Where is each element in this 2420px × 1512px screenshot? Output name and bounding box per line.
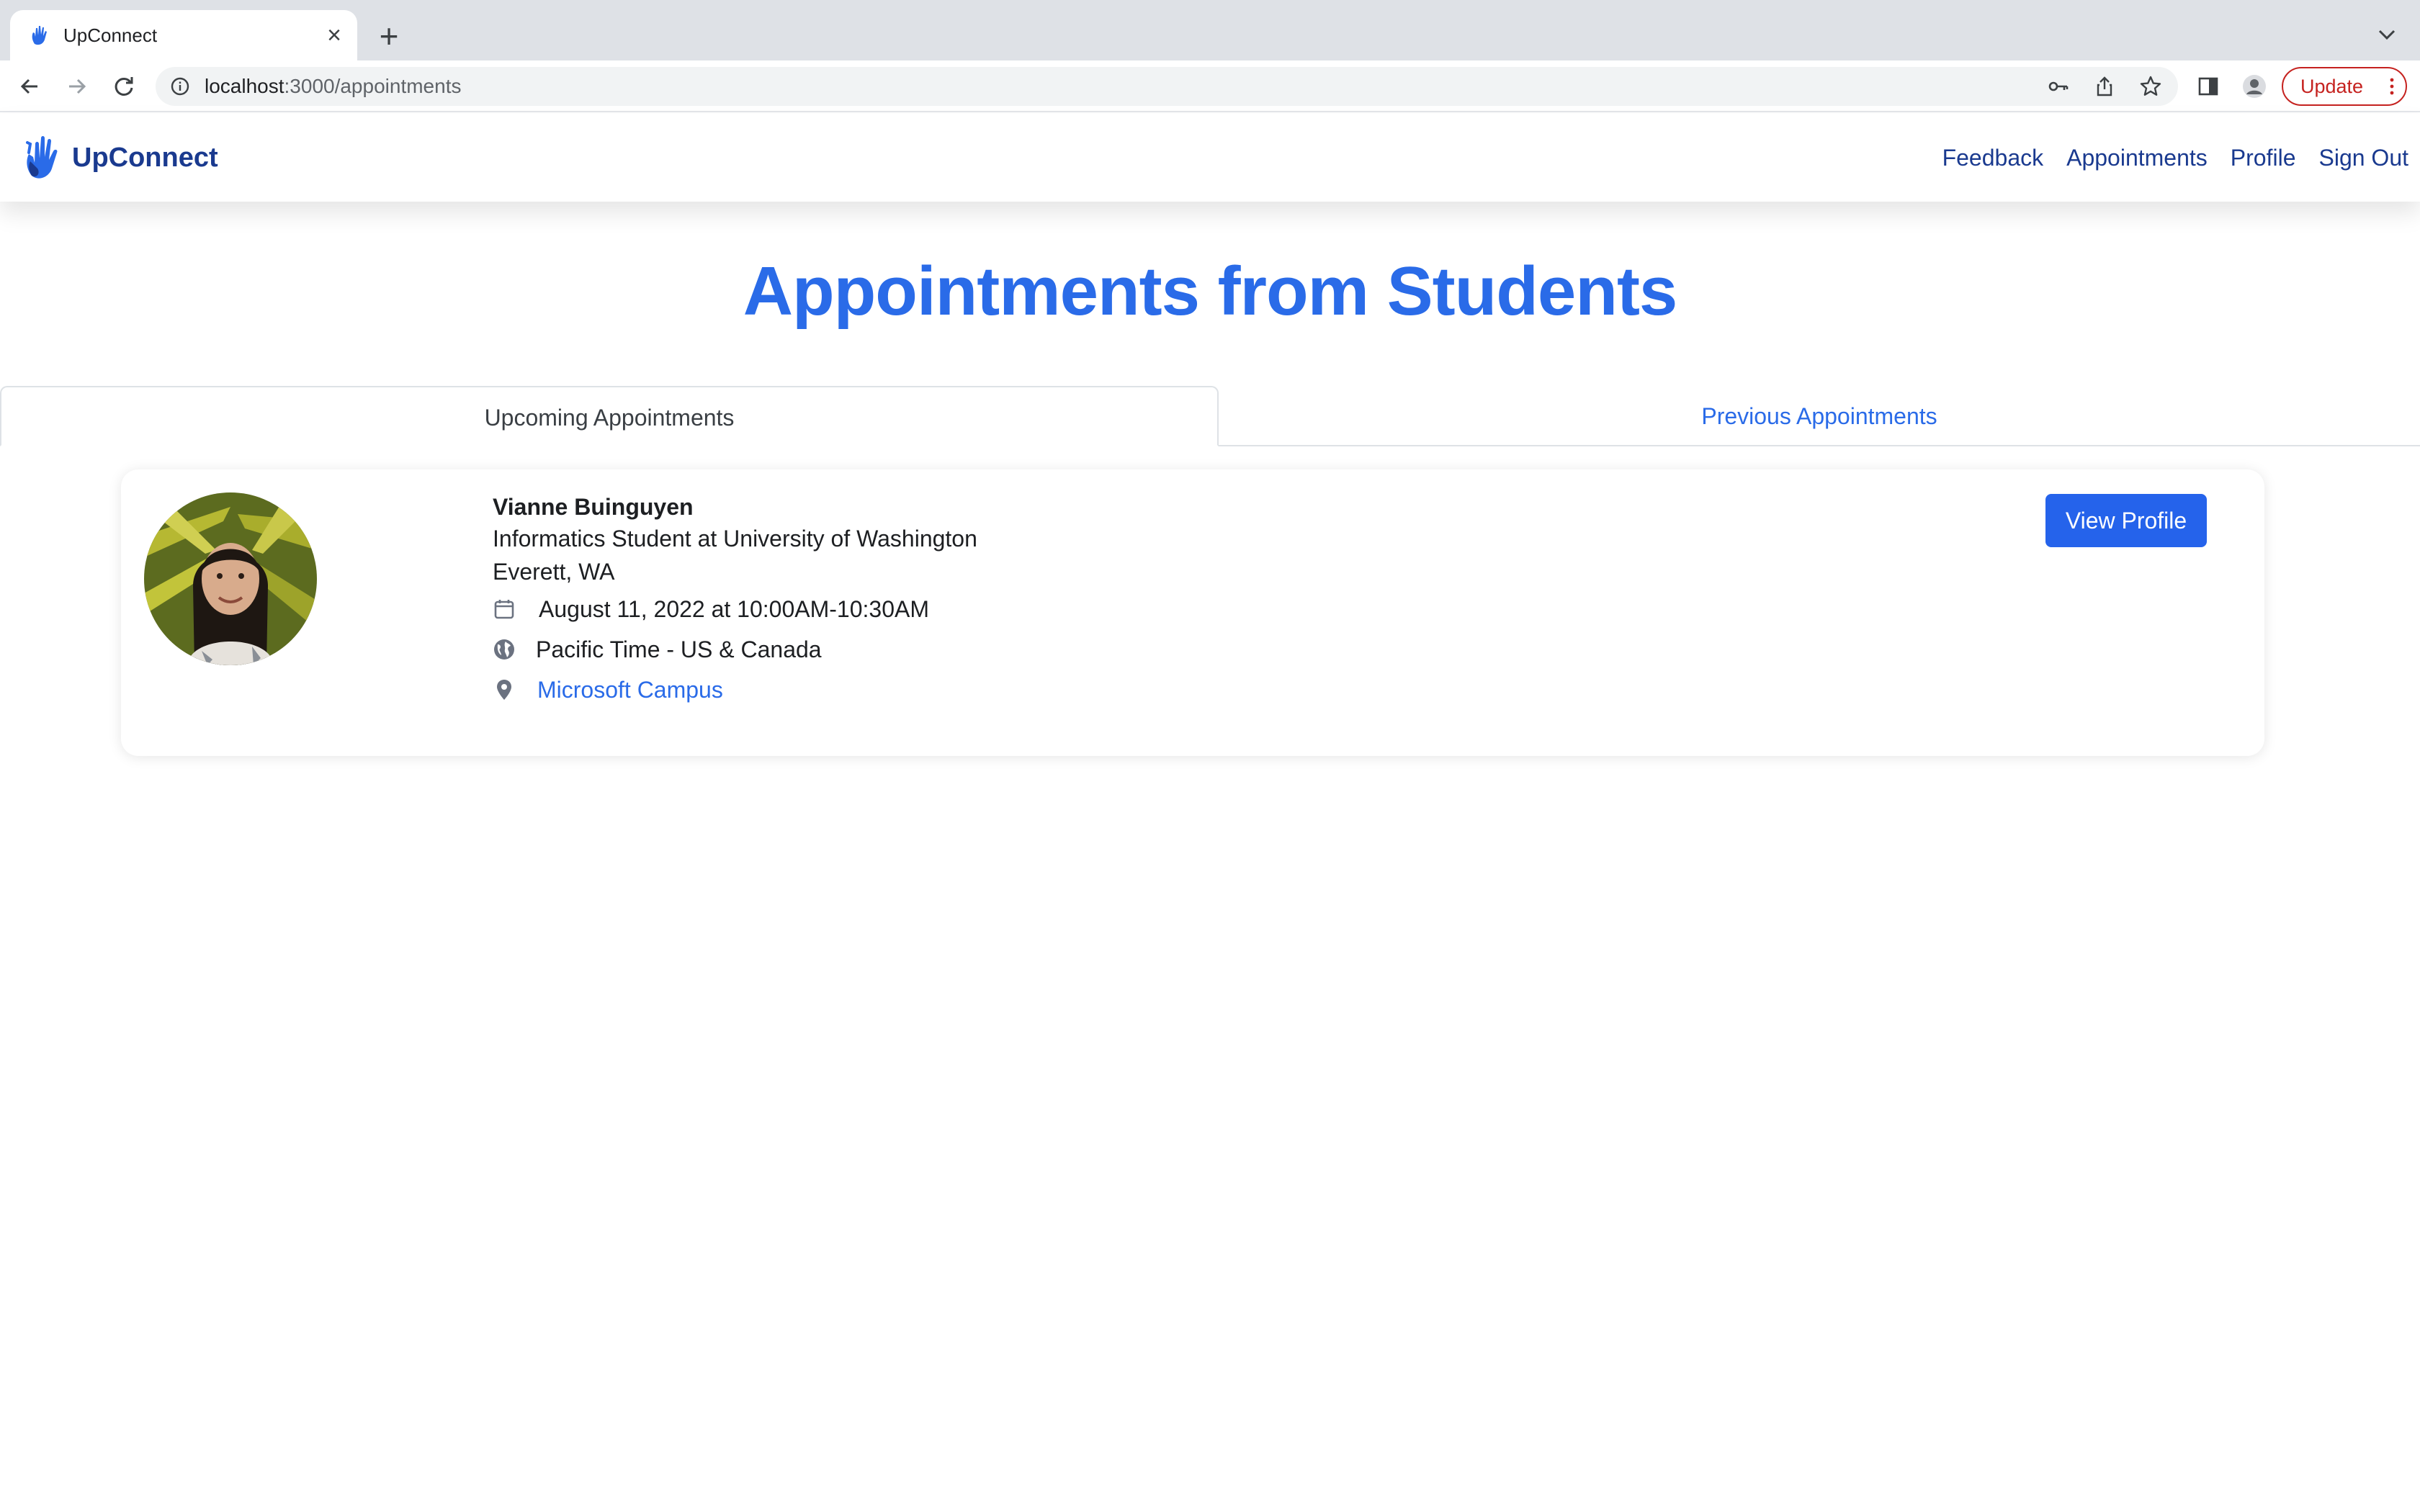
student-name: Vianne Buinguyen bbox=[493, 494, 694, 520]
nav-feedback-link[interactable]: Feedback bbox=[1942, 145, 2044, 171]
tab-previous-appointments[interactable]: Previous Appointments bbox=[1219, 386, 2420, 446]
browser-tab[interactable]: UpConnect × bbox=[10, 10, 357, 60]
brand-name: UpConnect bbox=[72, 142, 218, 173]
forward-arrow-icon[interactable] bbox=[60, 71, 92, 102]
profile-avatar-icon[interactable] bbox=[2241, 73, 2267, 99]
appointment-venue-row: Microsoft Campus bbox=[493, 670, 977, 710]
address-bar[interactable]: localhost:3000/appointments bbox=[156, 67, 2178, 106]
reload-icon[interactable] bbox=[108, 71, 140, 102]
key-icon[interactable] bbox=[2047, 75, 2070, 98]
browser-tabstrip: UpConnect × + bbox=[0, 0, 2420, 60]
update-label: Update bbox=[2300, 76, 2364, 97]
update-button[interactable]: Update bbox=[2282, 67, 2407, 106]
share-icon[interactable] bbox=[2093, 75, 2116, 98]
close-icon[interactable]: × bbox=[321, 22, 347, 48]
avatar-photo bbox=[144, 492, 317, 665]
info-icon[interactable] bbox=[170, 76, 190, 96]
appointment-datetime: August 11, 2022 at 10:00AM-10:30AM bbox=[539, 595, 929, 622]
map-pin-icon bbox=[497, 680, 511, 700]
nav-appointments-link[interactable]: Appointments bbox=[2066, 145, 2208, 171]
appointment-datetime-row: August 11, 2022 at 10:00AM-10:30AM bbox=[493, 589, 977, 629]
tab-upcoming-appointments[interactable]: Upcoming Appointments bbox=[0, 386, 1219, 446]
main-nav: Feedback Appointments Profile Sign Out bbox=[1919, 114, 2408, 202]
nav-profile-link[interactable]: Profile bbox=[2231, 145, 2296, 171]
app-navbar: UpConnect Feedback Appointments Profile … bbox=[0, 114, 2420, 202]
nav-sign-out-link[interactable]: Sign Out bbox=[2318, 145, 2408, 171]
new-tab-icon[interactable]: + bbox=[372, 19, 406, 53]
chevron-down-icon[interactable] bbox=[2372, 20, 2401, 49]
globe-icon bbox=[494, 639, 514, 660]
calendar-icon bbox=[494, 600, 514, 619]
student-headline: Informatics Student at University of Was… bbox=[493, 526, 977, 552]
appointment-venue-link[interactable]: Microsoft Campus bbox=[537, 677, 723, 703]
appointment-details: Vianne Buinguyen Informatics Student at … bbox=[493, 491, 977, 710]
upconnect-hand-icon bbox=[26, 136, 58, 179]
bookmark-star-icon[interactable] bbox=[2139, 75, 2162, 98]
back-arrow-icon[interactable] bbox=[14, 71, 46, 102]
page-title: Appointments from Students bbox=[743, 253, 1678, 330]
view-profile-button[interactable]: View Profile bbox=[2045, 494, 2207, 547]
url-text[interactable]: localhost:3000/appointments bbox=[205, 67, 461, 106]
appointment-tabs: Upcoming Appointments Previous Appointme… bbox=[0, 386, 2420, 446]
appointment-timezone-row: Pacific Time - US & Canada bbox=[493, 629, 977, 670]
tab-title: UpConnect bbox=[63, 24, 158, 46]
upconnect-hand-icon bbox=[32, 26, 47, 45]
brand-logo[interactable]: UpConnect bbox=[22, 131, 218, 184]
more-vert-icon bbox=[2390, 78, 2394, 95]
browser-toolbar: localhost:3000/appointments Update bbox=[0, 60, 2420, 112]
appointment-timezone: Pacific Time - US & Canada bbox=[536, 636, 822, 662]
student-avatar[interactable] bbox=[144, 492, 317, 665]
appointment-card: Vianne Buinguyen Informatics Student at … bbox=[121, 469, 2264, 756]
side-panel-icon[interactable] bbox=[2195, 73, 2221, 99]
student-location: Everett, WA bbox=[493, 559, 615, 585]
